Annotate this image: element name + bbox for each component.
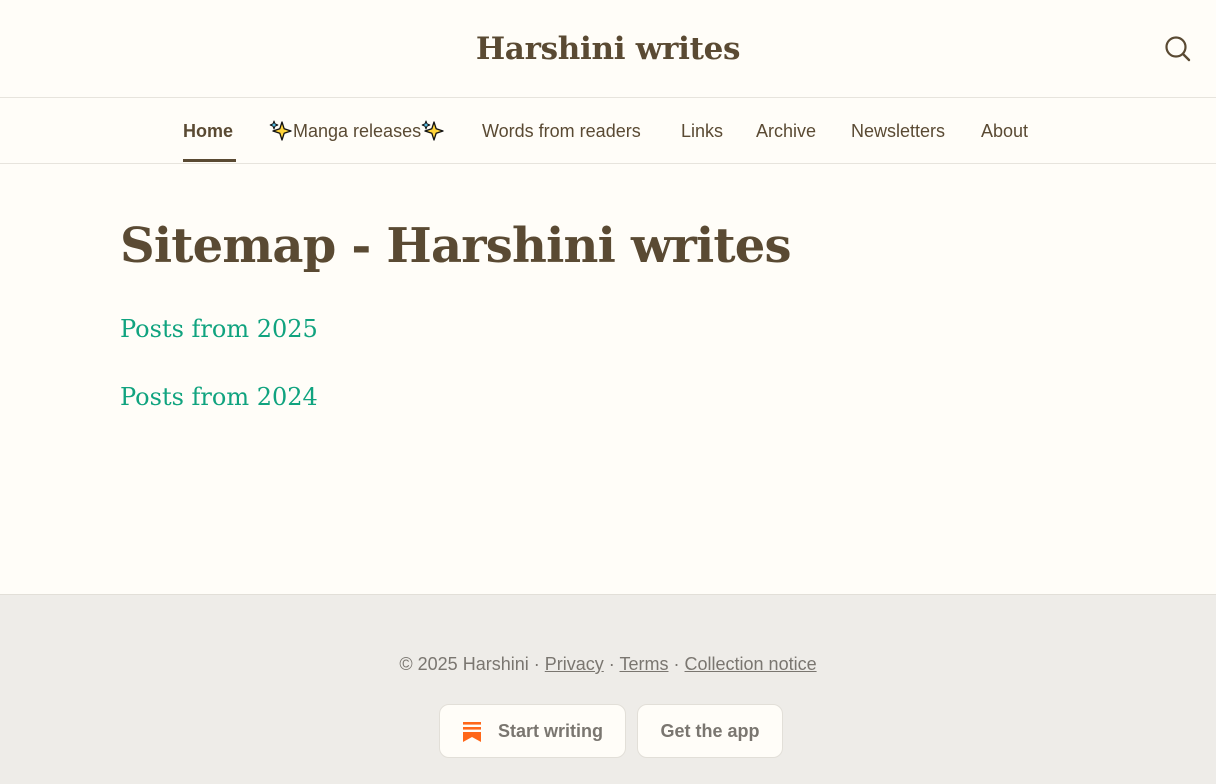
get-the-app-label: Get the app <box>660 721 760 741</box>
sparkles-icon <box>269 120 292 141</box>
separator: · <box>533 654 540 674</box>
search-icon <box>1165 36 1191 62</box>
search-button[interactable] <box>1161 32 1195 66</box>
nav-item-label: Archive <box>756 121 817 141</box>
page-title: Sitemap - Harshini writes <box>120 218 792 274</box>
nav-item-label: Manga releases <box>293 121 422 141</box>
nav-item-label: Links <box>681 121 724 141</box>
nav-active-indicator <box>183 159 236 162</box>
privacy-link[interactable]: Privacy <box>545 654 604 674</box>
posts-2025-link[interactable]: Posts from 2025 <box>120 313 318 345</box>
collection-notice-link[interactable]: Collection notice <box>685 654 817 674</box>
nav-item-label: Words from readers <box>482 121 641 141</box>
terms-link[interactable]: Terms <box>619 654 668 674</box>
substack-logo-icon <box>463 722 481 742</box>
footer-legal: © 2025 Harshini · Privacy · Terms · Coll… <box>0 652 1216 676</box>
site-title[interactable]: Harshini writes <box>0 28 1216 70</box>
start-writing-button[interactable]: Start writing <box>439 704 626 758</box>
nav-item-archive[interactable]: Archive <box>756 98 816 164</box>
separator: · <box>608 654 615 674</box>
separator: · <box>673 654 680 674</box>
nav-item-home[interactable]: Home <box>183 98 233 164</box>
sparkles-icon <box>421 120 444 141</box>
get-the-app-button[interactable]: Get the app <box>637 704 783 758</box>
nav-item-words-from-readers[interactable]: Words from readers <box>482 98 641 164</box>
nav-item-links[interactable]: Links <box>681 98 723 164</box>
nav-item-label: Home <box>183 121 234 141</box>
posts-2024-link[interactable]: Posts from 2024 <box>120 381 318 413</box>
copyright-text: © 2025 Harshini <box>399 654 529 674</box>
nav-item-label: Newsletters <box>851 121 946 141</box>
main-nav: Home Manga releases Words from readers L… <box>0 98 1216 164</box>
nav-item-manga-releases[interactable]: Manga releases <box>269 98 445 164</box>
start-writing-label: Start writing <box>497 721 603 741</box>
nav-item-about[interactable]: About <box>981 98 1028 164</box>
site-header: Harshini writes <box>0 0 1216 98</box>
site-footer: © 2025 Harshini · Privacy · Terms · Coll… <box>0 594 1216 784</box>
nav-item-label: About <box>981 121 1029 141</box>
nav-item-newsletters[interactable]: Newsletters <box>851 98 945 164</box>
main-content: Sitemap - Harshini writes Posts from 202… <box>0 164 1216 594</box>
